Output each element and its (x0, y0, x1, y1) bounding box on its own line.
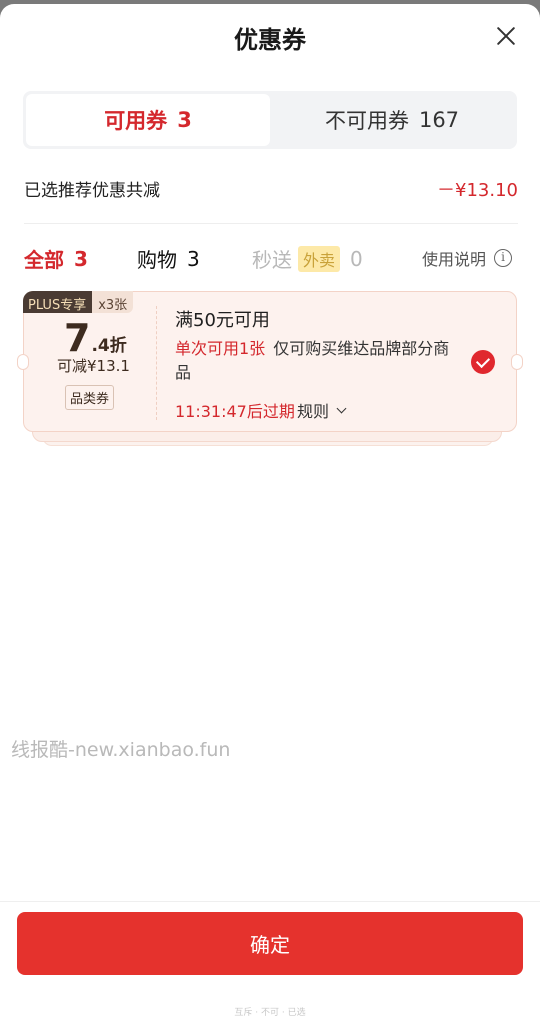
tab-available-count: 3 (177, 108, 192, 132)
watermark-text: 线报酷-new.xianbao.fun (11, 739, 231, 761)
filter-flash-tag: 外卖 (298, 245, 341, 272)
footer-divider (0, 901, 540, 902)
reduce-amount: 可减¥13.1 (57, 357, 130, 375)
confirm-button[interactable]: 确定 (17, 912, 523, 975)
info-icon: i (494, 249, 512, 267)
discount-unit: .4折 (91, 336, 127, 356)
filter-flash-count: 0 (350, 246, 363, 271)
plus-exclusive-label: PLUS专享 (23, 291, 93, 313)
coupon-quantity: x3张 (92, 291, 134, 313)
coupon-threshold: 满50元可用 (175, 310, 270, 331)
close-icon[interactable] (494, 24, 518, 48)
discount-value: 7 .4折 (64, 316, 127, 360)
coupon-sheet: 优惠券 可用券 3 不可用券 167 已选推荐优惠共减 －¥13.10 全部 3… (0, 4, 540, 1024)
tab-unavailable[interactable]: 不可用券 167 (270, 94, 514, 146)
usage-label: 使用说明 (421, 250, 486, 269)
page-title: 优惠券 (234, 26, 306, 54)
coupon-card[interactable]: PLUS专享 x3张 7 .4折 可减¥13.1 品类券 满50元可用 单次可用… (17, 291, 523, 432)
bottom-note: 互斥 · 不可 · 已选 (234, 1008, 306, 1018)
coupon-notch (511, 354, 523, 370)
plus-badge: PLUS专享 x3张 (23, 291, 134, 313)
tab-unavailable-count: 167 (418, 108, 460, 132)
tab-available-label: 可用券 (104, 109, 168, 133)
filter-shopping[interactable]: 购物 3 (137, 244, 200, 273)
filter-flash[interactable]: 秒送 外卖 0 (252, 244, 363, 273)
usage-instructions-link[interactable]: 使用说明 i (422, 246, 512, 270)
filter-shopping-label: 购物 (137, 248, 177, 272)
category-filters: 全部 3 购物 3 秒送 外卖 0 使用说明 i (24, 242, 518, 276)
expire-countdown: 11:31:47后过期 (175, 402, 295, 421)
coupon-tabs: 可用券 3 不可用券 167 (23, 91, 517, 149)
filter-shopping-count: 3 (187, 246, 200, 271)
filter-all-label: 全部 (24, 248, 64, 272)
coupon-description: 单次可用1张 仅可购买维达品牌部分商品 (175, 337, 459, 385)
chevron-down-icon (336, 403, 347, 413)
coupon-separator (156, 306, 157, 420)
filter-all[interactable]: 全部 3 (24, 244, 88, 273)
discount-integer: 7 (64, 316, 91, 360)
tab-unavailable-label: 不可用券 (324, 109, 409, 133)
rules-label: 规则 (297, 402, 330, 421)
category-tag: 品类券 (65, 385, 115, 410)
sheet-header: 优惠券 (0, 4, 540, 70)
coupon-notch (17, 354, 29, 370)
selected-check-icon[interactable] (471, 350, 495, 374)
summary-label: 已选推荐优惠共减 (24, 181, 160, 201)
tab-available[interactable]: 可用券 3 (26, 94, 270, 146)
filter-flash-label: 秒送 (252, 248, 292, 272)
discount-summary: 已选推荐优惠共减 －¥13.10 (24, 174, 518, 202)
summary-amount: －¥13.10 (437, 180, 518, 201)
filter-all-count: 3 (74, 246, 88, 271)
usage-limit: 单次可用1张 (175, 339, 266, 358)
rules-toggle[interactable]: 规则 (297, 398, 347, 422)
divider (24, 223, 518, 224)
